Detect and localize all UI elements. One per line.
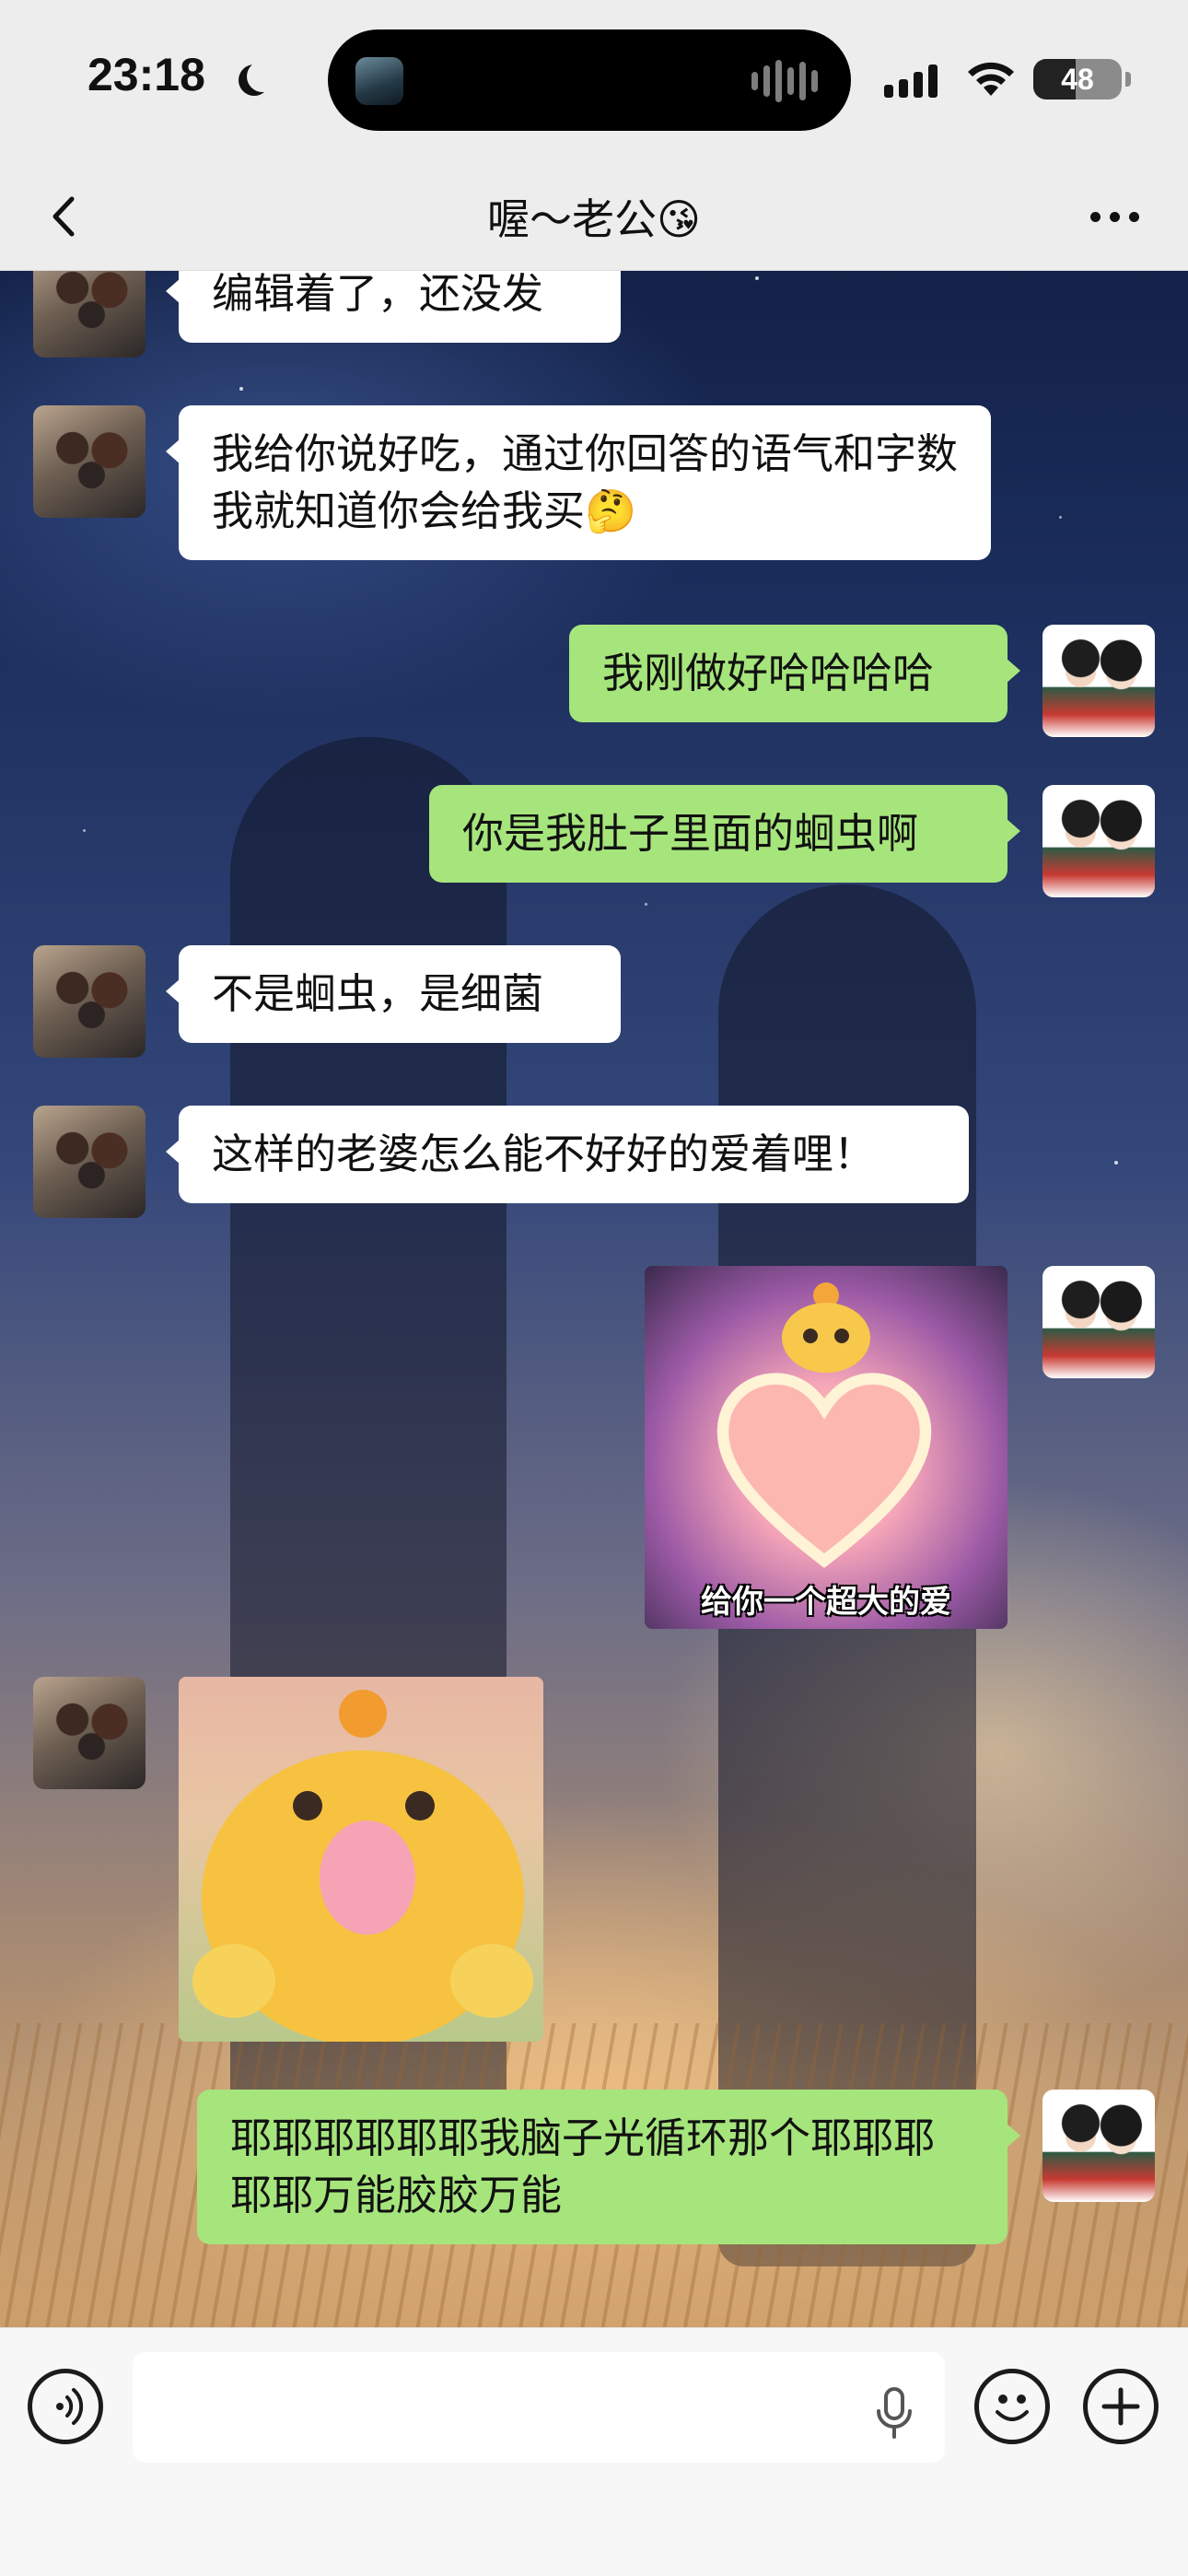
heart-icon <box>716 1373 932 1568</box>
my-avatar[interactable] <box>1042 2090 1155 2202</box>
my-avatar[interactable] <box>1042 785 1155 897</box>
message-input[interactable] <box>133 2352 945 2463</box>
message-bubble-incoming[interactable]: 这样的老婆怎么能不好好的爱着哩！ <box>166 1106 969 1203</box>
sticker-caption: 给你一个超大的爱 <box>701 1584 951 1621</box>
now-playing-thumbnail <box>355 57 403 105</box>
status-time: 23:18 <box>87 49 205 100</box>
contact-avatar[interactable] <box>33 945 146 1058</box>
moon-icon <box>247 61 278 92</box>
contact-avatar[interactable] <box>33 1106 146 1218</box>
battery-level: 48 <box>1061 63 1094 96</box>
message-text: 你是我肚子里面的蛔虫啊 <box>462 809 919 858</box>
emoji-icon <box>996 2395 1029 2421</box>
message-text: 不是蛔虫，是细菌 <box>212 969 544 1018</box>
microphone-icon[interactable] <box>869 2385 919 2441</box>
message-bubble-incoming[interactable]: 我给你说好吃，通过你回答的语气和字数我就知道你会给我买🤔 <box>166 405 991 560</box>
voice-button[interactable] <box>28 2369 103 2444</box>
audio-wave-icon <box>751 57 818 105</box>
plus-button[interactable] <box>1083 2369 1159 2444</box>
status-bar: 23:18 48 <box>0 0 1188 166</box>
message-bubble-outgoing[interactable]: 耶耶耶耶耶耶我脑子光循环那个耶耶耶耶耶万能胶胶万能 <box>197 2090 1020 2244</box>
message-bubble-outgoing[interactable]: 我刚做好哈哈哈哈 <box>569 625 1020 722</box>
contact-avatar[interactable] <box>33 405 146 518</box>
wifi-icon <box>968 62 1014 96</box>
more-button[interactable] <box>1077 184 1151 249</box>
message-bubble-outgoing[interactable]: 你是我肚子里面的蛔虫啊 <box>429 785 1020 883</box>
message-bubble-incoming[interactable]: 不是蛔虫，是细菌 <box>166 945 621 1043</box>
message-text: 我刚做好哈哈哈哈 <box>602 649 935 697</box>
chick-character-icon <box>782 1282 870 1373</box>
battery-tip <box>1125 72 1131 87</box>
chat-title: 喔～老公😘 <box>487 194 701 244</box>
input-bar <box>0 2327 1188 2576</box>
sticker-chick[interactable] <box>179 1677 543 2042</box>
plus-icon <box>1101 2387 1140 2426</box>
battery-icon: 48 <box>1033 59 1122 100</box>
message-text: 这样的老婆怎么能不好好的爱着哩！ <box>212 1130 876 1178</box>
chick-face-icon <box>192 1690 533 2042</box>
sticker-big-love[interactable]: 给你一个超大的爱 <box>645 1266 1007 1629</box>
message-text: 我给你说好吃，通过你回答的语气和字数我就知道你会给我买🤔 <box>212 429 959 535</box>
dynamic-island <box>328 29 851 131</box>
cellular-signal-icon <box>884 64 938 98</box>
chat-header: 喔～老公😘 <box>0 166 1188 271</box>
voice-icon <box>56 2388 84 2425</box>
contact-avatar[interactable] <box>33 1677 146 1789</box>
more-dots-icon <box>1089 211 1101 222</box>
my-avatar[interactable] <box>1042 625 1155 737</box>
message-text: 编辑着了，还没发 <box>212 269 544 318</box>
message-text: 耶耶耶耶耶耶我脑子光循环那个耶耶耶耶耶万能胶胶万能 <box>230 2113 936 2219</box>
emoji-button[interactable] <box>974 2369 1050 2444</box>
my-avatar[interactable] <box>1042 1266 1155 1378</box>
